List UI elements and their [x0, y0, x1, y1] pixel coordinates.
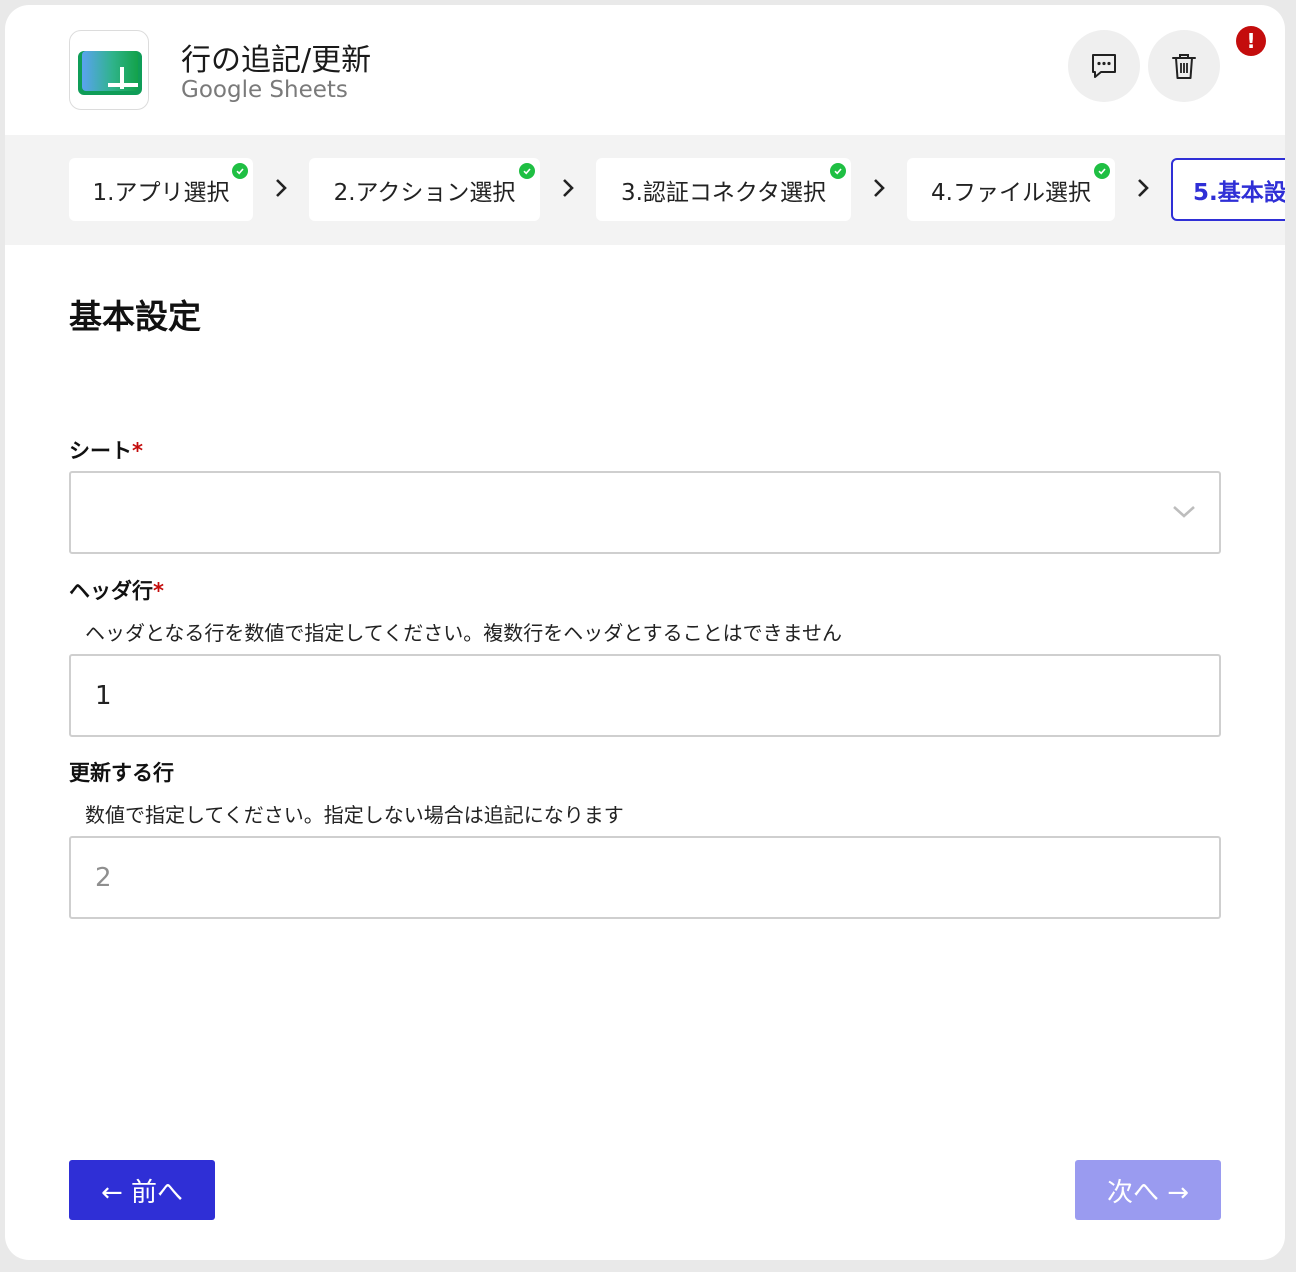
header-row-help: ヘッダとなる行を数値で指定してください。複数行をヘッダとすることはできません	[85, 621, 842, 645]
step-label: 4.ファイル選択	[931, 179, 1091, 206]
update-row-label: 更新する行	[69, 761, 174, 785]
check-icon	[519, 163, 535, 179]
update-row-placeholder: 2	[95, 862, 112, 893]
step-file-select[interactable]: 4.ファイル選択	[907, 158, 1115, 221]
prev-button[interactable]: ← 前へ	[69, 1160, 215, 1220]
step-basic-settings[interactable]: 5.基本設定	[1171, 158, 1285, 221]
chevron-right-icon	[874, 179, 885, 197]
trash-icon	[1172, 54, 1196, 79]
chevron-right-icon	[1138, 179, 1149, 197]
step-action-select[interactable]: 2.アクション選択	[309, 158, 540, 221]
google-sheets-icon	[69, 30, 149, 110]
step-label: 1.アプリ選択	[92, 179, 230, 206]
page-title: 行の追記/更新	[181, 43, 372, 78]
alert-icon[interactable]: !	[1236, 26, 1266, 56]
step-app-select[interactable]: 1.アプリ選択	[69, 158, 253, 221]
check-icon	[232, 163, 248, 179]
update-row-input[interactable]: 2	[69, 836, 1221, 919]
header-row-value: 1	[95, 680, 112, 711]
step-label: 2.アクション選択	[333, 179, 516, 206]
chevron-down-icon	[1173, 506, 1195, 518]
step-label: 3.認証コネクタ選択	[620, 179, 827, 206]
step-label: 5.基本設定	[1193, 179, 1285, 206]
chevron-right-icon	[563, 179, 574, 197]
header-row-label: ヘッダ行*	[69, 575, 164, 605]
next-button[interactable]: 次へ →	[1075, 1160, 1221, 1220]
sheet-label-text: シート	[69, 439, 132, 463]
step-card: 行の追記/更新 Google Sheets ! 1.アプリ選択 2.アクション選…	[5, 5, 1285, 1260]
update-row-help: 数値で指定してください。指定しない場合は追記になります	[85, 803, 624, 827]
chevron-right-icon	[276, 179, 287, 197]
comment-icon	[1092, 54, 1116, 78]
delete-button[interactable]	[1148, 30, 1220, 102]
step-connector-select[interactable]: 3.認証コネクタ選択	[596, 158, 851, 221]
app-name: Google Sheets	[181, 77, 348, 103]
header-row-input[interactable]: 1	[69, 654, 1221, 737]
required-mark: *	[153, 579, 164, 603]
sheet-label: シート*	[69, 435, 143, 465]
header: 行の追記/更新 Google Sheets !	[5, 5, 1285, 135]
stepper: 1.アプリ選択 2.アクション選択 3.認証コネクタ選択 4.ファイル選択 5.…	[5, 135, 1285, 245]
section-title: 基本設定	[69, 297, 201, 336]
required-mark: *	[132, 439, 143, 463]
comment-button[interactable]	[1068, 30, 1140, 102]
check-icon	[830, 163, 846, 179]
check-icon	[1094, 163, 1110, 179]
sheet-select[interactable]	[69, 471, 1221, 554]
header-row-label-text: ヘッダ行	[69, 579, 153, 603]
